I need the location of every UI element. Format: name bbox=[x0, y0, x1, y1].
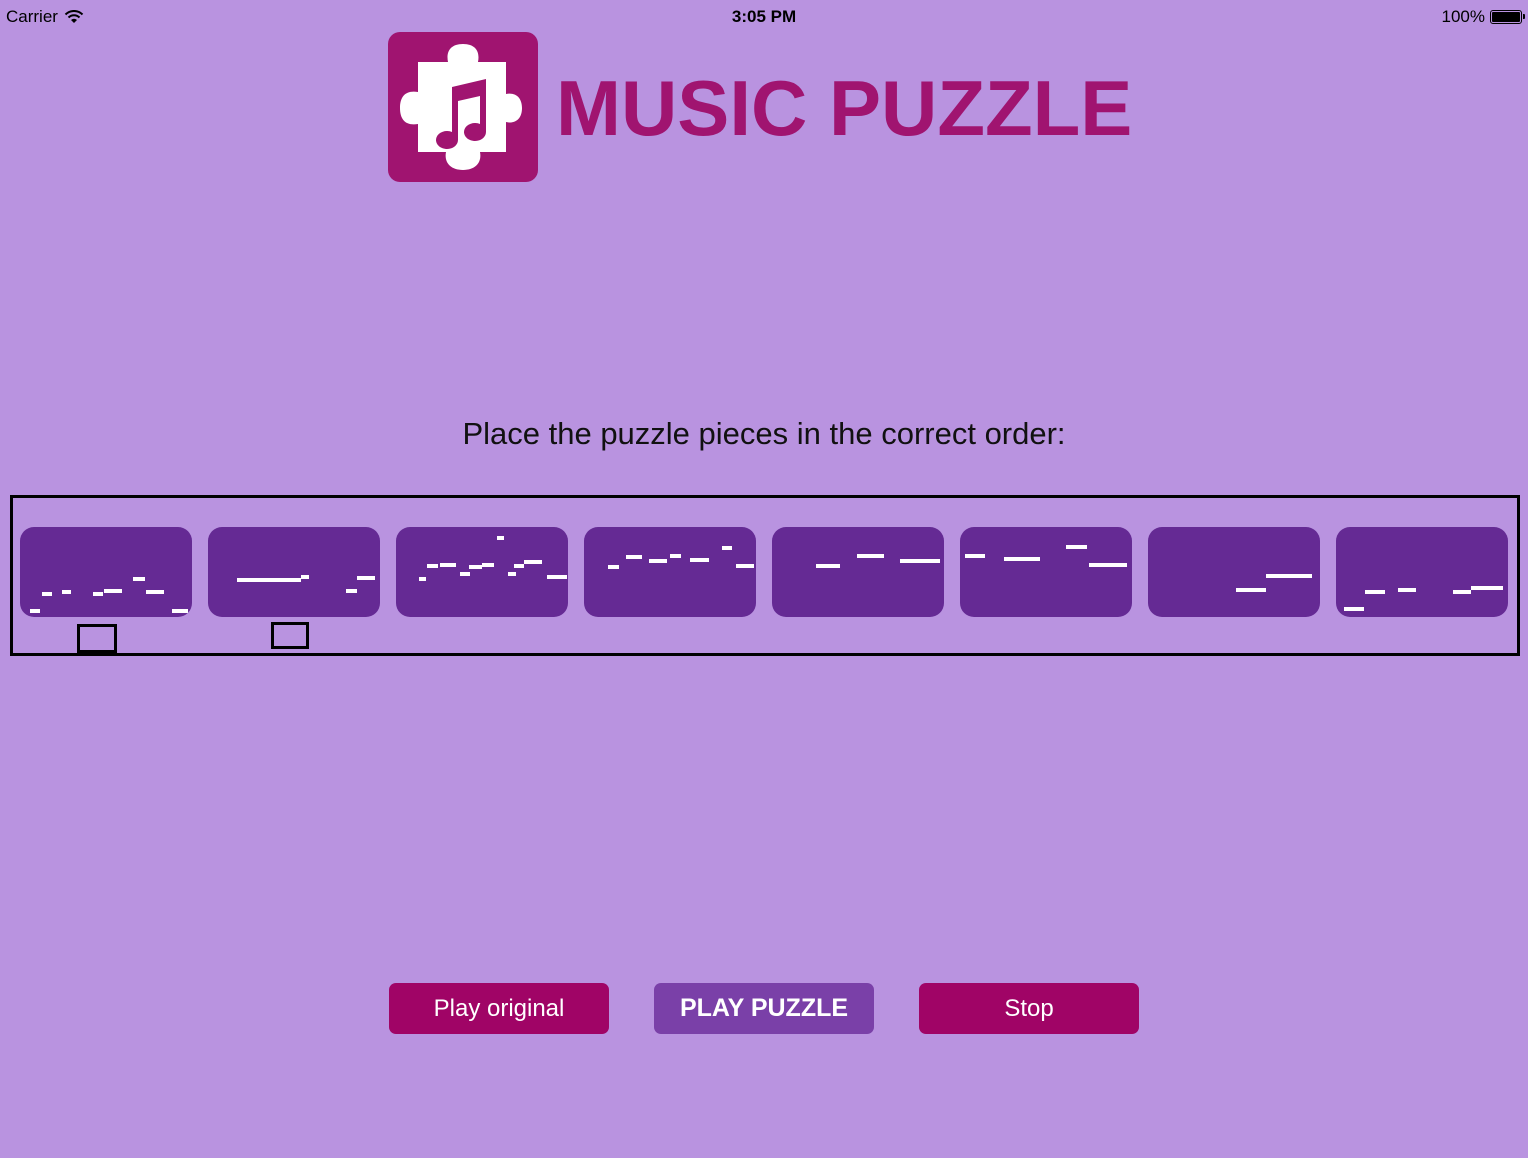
instruction-text: Place the puzzle pieces in the correct o… bbox=[462, 416, 1066, 451]
note-mark bbox=[346, 589, 357, 593]
note-mark bbox=[62, 590, 71, 594]
note-mark bbox=[626, 555, 642, 559]
note-mark bbox=[1453, 590, 1471, 594]
note-mark bbox=[440, 563, 456, 567]
note-mark bbox=[547, 575, 567, 579]
play-original-button[interactable]: Play original bbox=[389, 983, 609, 1034]
puzzle-piece-3[interactable] bbox=[396, 527, 568, 617]
note-mark bbox=[736, 564, 754, 568]
stop-button[interactable]: Stop bbox=[919, 983, 1139, 1034]
note-mark bbox=[608, 565, 619, 569]
note-mark bbox=[419, 577, 426, 581]
drop-slot-marker-1 bbox=[77, 624, 117, 653]
puzzle-piece-8[interactable] bbox=[1336, 527, 1508, 617]
puzzle-music-note-icon bbox=[400, 44, 522, 170]
note-mark bbox=[649, 559, 667, 563]
note-mark bbox=[722, 546, 732, 550]
note-mark bbox=[1365, 590, 1385, 594]
note-mark bbox=[514, 564, 524, 568]
note-mark bbox=[460, 572, 470, 576]
puzzle-piece-2[interactable] bbox=[208, 527, 380, 617]
note-mark bbox=[965, 554, 985, 558]
battery-percent: 100% bbox=[1441, 7, 1485, 26]
note-mark bbox=[1004, 557, 1040, 561]
play-puzzle-button[interactable]: PLAY PUZZLE bbox=[654, 983, 874, 1034]
note-mark bbox=[900, 559, 940, 563]
puzzle-piece-1[interactable] bbox=[20, 527, 192, 617]
note-mark bbox=[1236, 588, 1266, 592]
note-mark bbox=[1066, 545, 1087, 549]
note-mark bbox=[497, 536, 504, 540]
status-right: 100% bbox=[1441, 7, 1525, 27]
note-mark bbox=[133, 577, 145, 581]
app-logo bbox=[388, 32, 538, 182]
note-mark bbox=[146, 590, 164, 594]
note-mark bbox=[1089, 563, 1127, 567]
note-mark bbox=[816, 564, 840, 568]
status-time: 3:05 PM bbox=[731, 7, 797, 26]
note-mark bbox=[237, 578, 301, 582]
note-mark bbox=[172, 609, 188, 613]
app-title: MUSIC PUZZLE bbox=[556, 64, 1133, 152]
puzzle-piece-7[interactable] bbox=[1148, 527, 1320, 617]
note-mark bbox=[42, 592, 52, 596]
note-mark bbox=[1344, 607, 1364, 611]
note-mark bbox=[857, 554, 884, 558]
puzzle-piece-5[interactable] bbox=[772, 527, 944, 617]
note-mark bbox=[427, 564, 438, 568]
note-mark bbox=[690, 558, 709, 562]
note-mark bbox=[670, 554, 681, 558]
note-mark bbox=[93, 592, 103, 596]
note-mark bbox=[1398, 588, 1416, 592]
note-mark bbox=[1266, 574, 1312, 578]
note-mark bbox=[508, 572, 516, 576]
battery-icon bbox=[1490, 10, 1525, 24]
note-mark bbox=[524, 560, 542, 564]
note-mark bbox=[1471, 586, 1503, 590]
note-mark bbox=[301, 575, 309, 579]
status-bar: Carrier 3:05 PM 100% bbox=[0, 0, 1528, 34]
note-mark bbox=[357, 576, 375, 580]
note-mark bbox=[30, 609, 40, 613]
note-mark bbox=[469, 565, 482, 569]
note-mark bbox=[104, 589, 122, 593]
puzzle-piece-4[interactable] bbox=[584, 527, 756, 617]
puzzle-piece-6[interactable] bbox=[960, 527, 1132, 617]
drop-slot-marker-2 bbox=[271, 622, 309, 649]
note-mark bbox=[482, 563, 494, 567]
